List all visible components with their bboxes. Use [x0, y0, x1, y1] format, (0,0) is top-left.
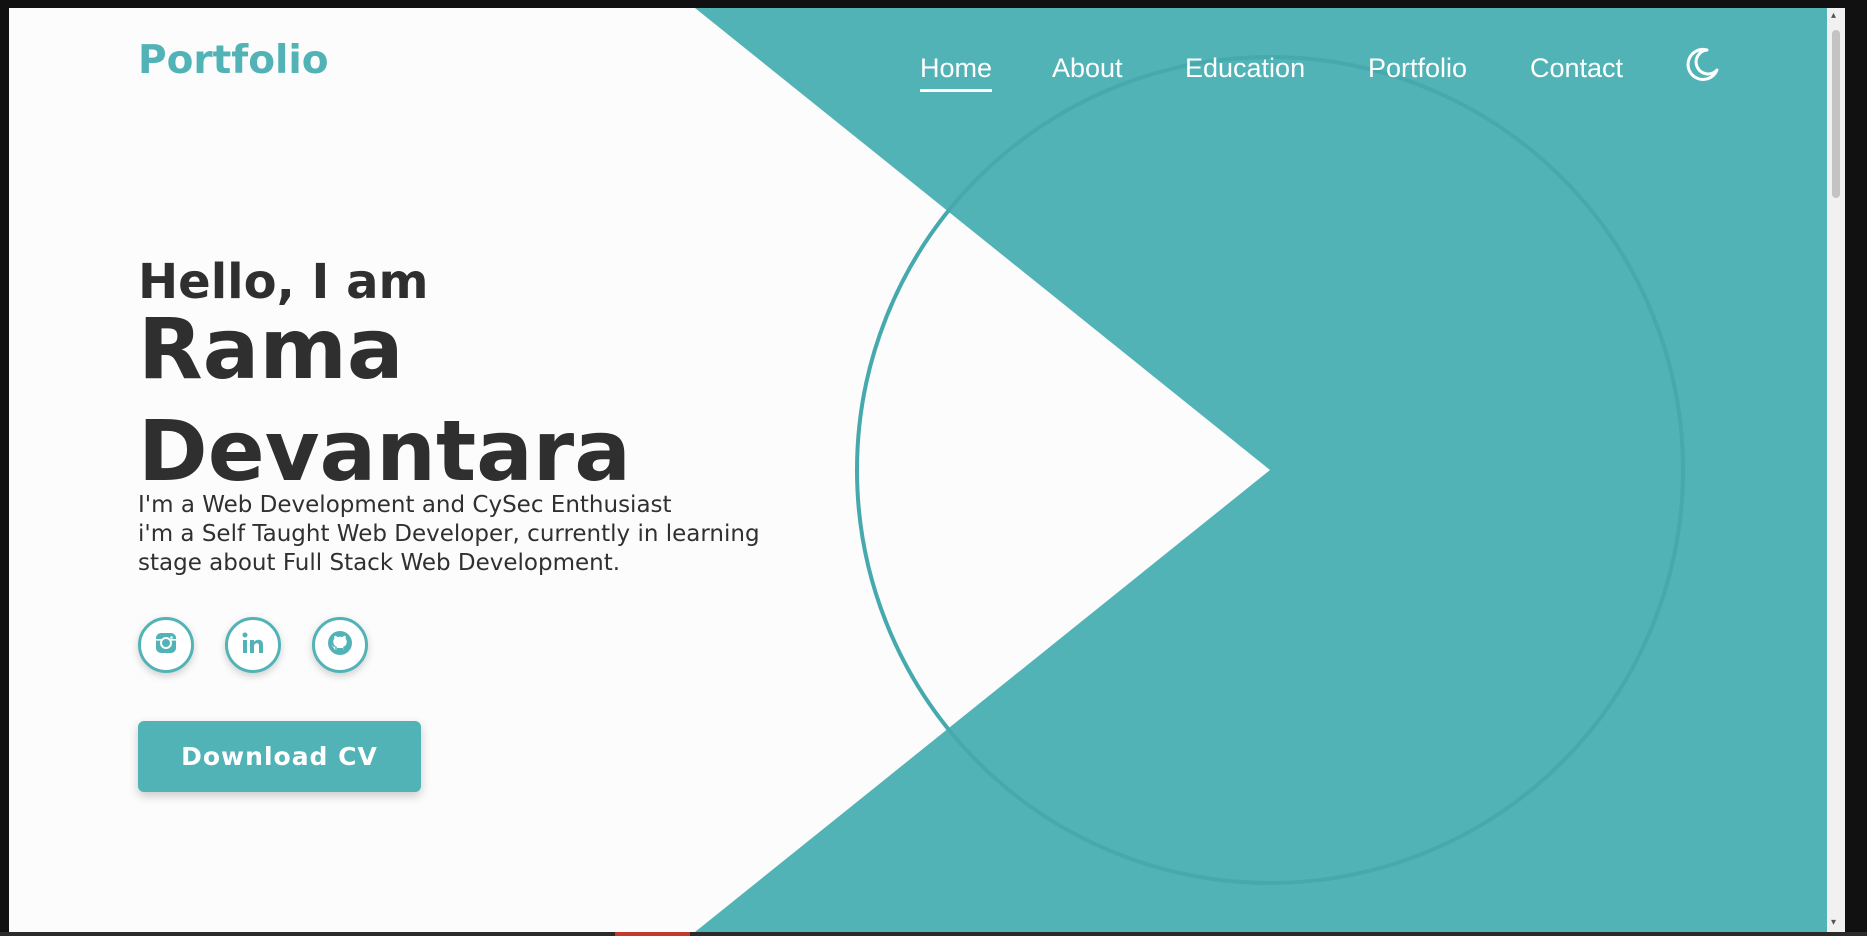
scroll-up-icon[interactable]: ▴ [1831, 11, 1836, 21]
hero-name-last: Devantara [138, 402, 631, 500]
scroll-thumb[interactable] [1832, 30, 1840, 198]
nav-item-about[interactable]: About [1052, 53, 1123, 84]
nav-item-education[interactable]: Education [1185, 53, 1305, 84]
nav-links: Home About Education Portfolio Contact [9, 53, 1845, 93]
nav-item-portfolio[interactable]: Portfolio [1368, 53, 1467, 84]
window-bottom-edge [0, 932, 1867, 936]
download-cv-button[interactable]: Download CV [138, 721, 421, 792]
moon-icon[interactable] [1683, 44, 1723, 84]
nav-item-contact[interactable]: Contact [1530, 53, 1623, 84]
hero-name: Rama Devantara [138, 298, 838, 502]
nav-item-home[interactable]: Home [920, 53, 993, 92]
linkedin-button[interactable] [225, 617, 281, 673]
hero-name-first: Rama [138, 300, 404, 398]
hero-desc-line: stage about Full Stack Web Development. [138, 550, 621, 576]
window-bottom-accent [615, 932, 690, 936]
instagram-button[interactable] [138, 617, 194, 673]
hero-description: I'm a Web Development and CySec Enthusia… [138, 491, 838, 578]
github-icon [326, 629, 354, 661]
hero-desc-line: i'm a Self Taught Web Developer, current… [138, 521, 760, 547]
linkedin-icon [240, 630, 266, 660]
github-button[interactable] [312, 617, 368, 673]
page-scrollbar[interactable]: ▴ ▾ [1827, 8, 1845, 932]
page-viewport: Portfolio Home About Education Portfolio… [9, 8, 1845, 932]
scroll-down-icon[interactable]: ▾ [1831, 918, 1836, 928]
hero-desc-line: I'm a Web Development and CySec Enthusia… [138, 492, 672, 518]
navbar: Portfolio Home About Education Portfolio… [9, 8, 1845, 116]
instagram-icon [154, 631, 178, 659]
